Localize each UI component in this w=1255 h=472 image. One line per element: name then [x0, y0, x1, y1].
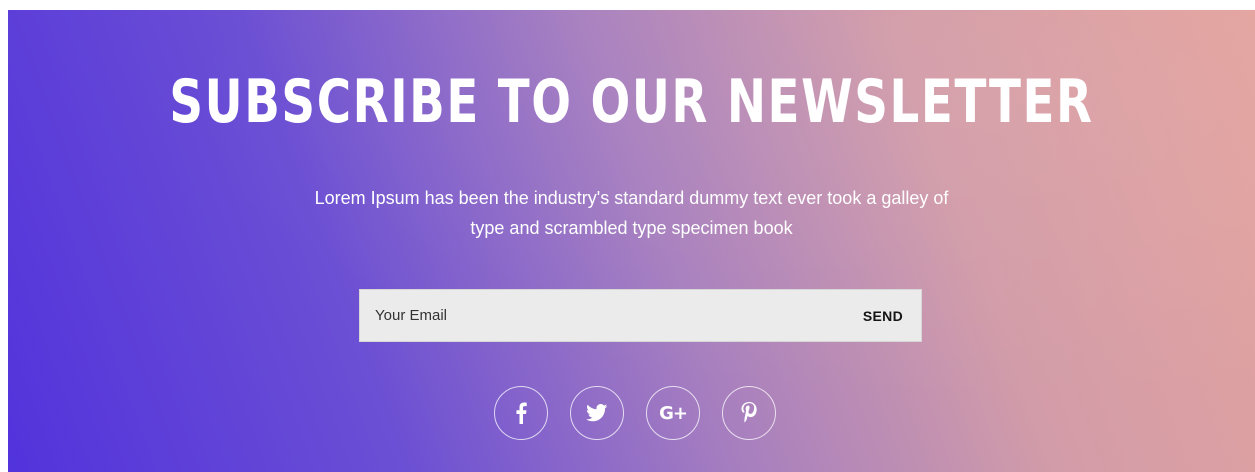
newsletter-description: Lorem Ipsum has been the industry's stan…	[8, 183, 1255, 243]
subscribe-form: SEND	[359, 289, 922, 342]
description-line-2: type and scrambled type specimen book	[470, 218, 793, 238]
pinterest-icon	[741, 402, 757, 423]
google-plus-icon: G+	[659, 402, 688, 424]
google-plus-link[interactable]: G+	[646, 386, 700, 440]
description-line-1: Lorem Ipsum has been the industry's stan…	[314, 188, 949, 208]
newsletter-section: SUBSCRIBE TO OUR NEWSLETTER Lorem Ipsum …	[8, 10, 1255, 472]
twitter-icon	[586, 404, 608, 422]
pinterest-link[interactable]	[722, 386, 776, 440]
facebook-icon	[516, 402, 527, 424]
newsletter-title: SUBSCRIBE TO OUR NEWSLETTER	[169, 67, 1094, 137]
email-input[interactable]	[360, 290, 845, 341]
social-links: G+	[494, 386, 776, 440]
send-button[interactable]: SEND	[845, 290, 921, 341]
facebook-link[interactable]	[494, 386, 548, 440]
twitter-link[interactable]	[570, 386, 624, 440]
